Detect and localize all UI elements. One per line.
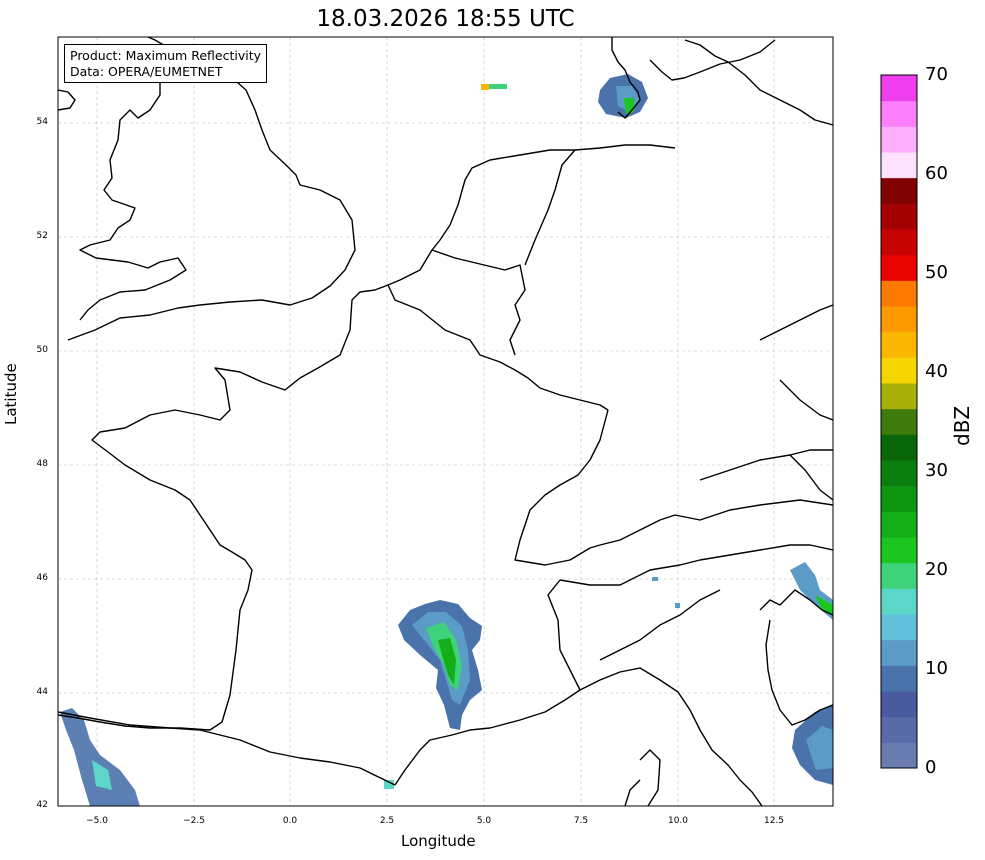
x-tick-label: 5.0 <box>476 816 492 826</box>
colorbar-tick-label: 50 <box>925 262 948 283</box>
y-tick-label: 50 <box>36 345 48 355</box>
colorbar-segment <box>881 665 917 692</box>
colorbar-segment <box>881 485 917 512</box>
radar-echo-north-germany <box>598 74 648 118</box>
colorbar-segment <box>881 177 917 204</box>
radar-echo-southern-france <box>398 600 482 730</box>
radar-echo-small <box>384 84 680 789</box>
y-tick-label: 42 <box>36 800 48 810</box>
y-axis-label: Latitude <box>2 363 20 425</box>
colorbar-tick-label: 20 <box>925 559 948 580</box>
x-tick-label: −2.5 <box>183 816 205 826</box>
colorbar-segment <box>881 408 917 435</box>
colorbar-tick-label: 70 <box>925 64 948 85</box>
radar-map <box>57 36 918 807</box>
x-tick-label: 0.0 <box>282 816 298 826</box>
data-source-label: Data: OPERA/EUMETNET <box>70 64 223 79</box>
colorbar-segment <box>881 203 917 230</box>
colorbar-tick-label: 30 <box>925 460 948 481</box>
product-label: Product: Maximum Reflectivity <box>70 48 262 63</box>
colorbar-segment <box>881 331 917 358</box>
colorbar-segment <box>881 460 917 487</box>
colorbar-segment <box>881 229 917 256</box>
colorbar-segment <box>881 691 917 718</box>
colorbar-label: dBZ <box>950 405 974 446</box>
colorbar-segment <box>881 537 917 564</box>
colorbar-segment <box>881 742 917 769</box>
colorbar-segment <box>881 383 917 410</box>
colorbar-tick-label: 10 <box>925 658 948 679</box>
colorbar-segment <box>881 280 917 307</box>
colorbar-tick-label: 0 <box>925 757 937 778</box>
x-tick-label: −5.0 <box>86 816 108 826</box>
y-tick-label: 52 <box>36 231 48 241</box>
colorbar-segment <box>881 511 917 538</box>
x-tick-label: 7.5 <box>573 816 589 826</box>
colorbar-segment <box>881 75 917 102</box>
colorbar-tick-label: 40 <box>925 361 948 382</box>
y-tick-label: 54 <box>36 117 48 127</box>
colorbar-segment <box>881 254 917 281</box>
colorbar-segment <box>881 434 917 461</box>
colorbar-segment <box>881 126 917 153</box>
product-info-box: Product: Maximum Reflectivity Data: OPER… <box>64 44 268 83</box>
y-tick-label: 46 <box>36 573 48 583</box>
x-axis-label: Longitude <box>401 832 476 850</box>
colorbar-segment <box>881 716 917 743</box>
x-tick-label: 12.5 <box>763 816 785 826</box>
colorbar-segment <box>881 639 917 666</box>
x-tick-label: 10.0 <box>667 816 689 826</box>
y-tick-label: 48 <box>36 459 48 469</box>
colorbar-segment <box>881 614 917 641</box>
colorbar-segment <box>881 100 917 127</box>
colorbar <box>881 75 917 769</box>
y-tick-label: 44 <box>36 687 48 697</box>
colorbar-segment <box>881 306 917 333</box>
radar-echo-adriatic <box>790 562 833 785</box>
colorbar-segment <box>881 152 917 179</box>
colorbar-segment <box>881 588 917 615</box>
x-tick-label: 2.5 <box>379 816 395 826</box>
colorbar-segment <box>881 357 917 384</box>
colorbar-tick-label: 60 <box>925 163 948 184</box>
colorbar-segment <box>881 562 917 589</box>
